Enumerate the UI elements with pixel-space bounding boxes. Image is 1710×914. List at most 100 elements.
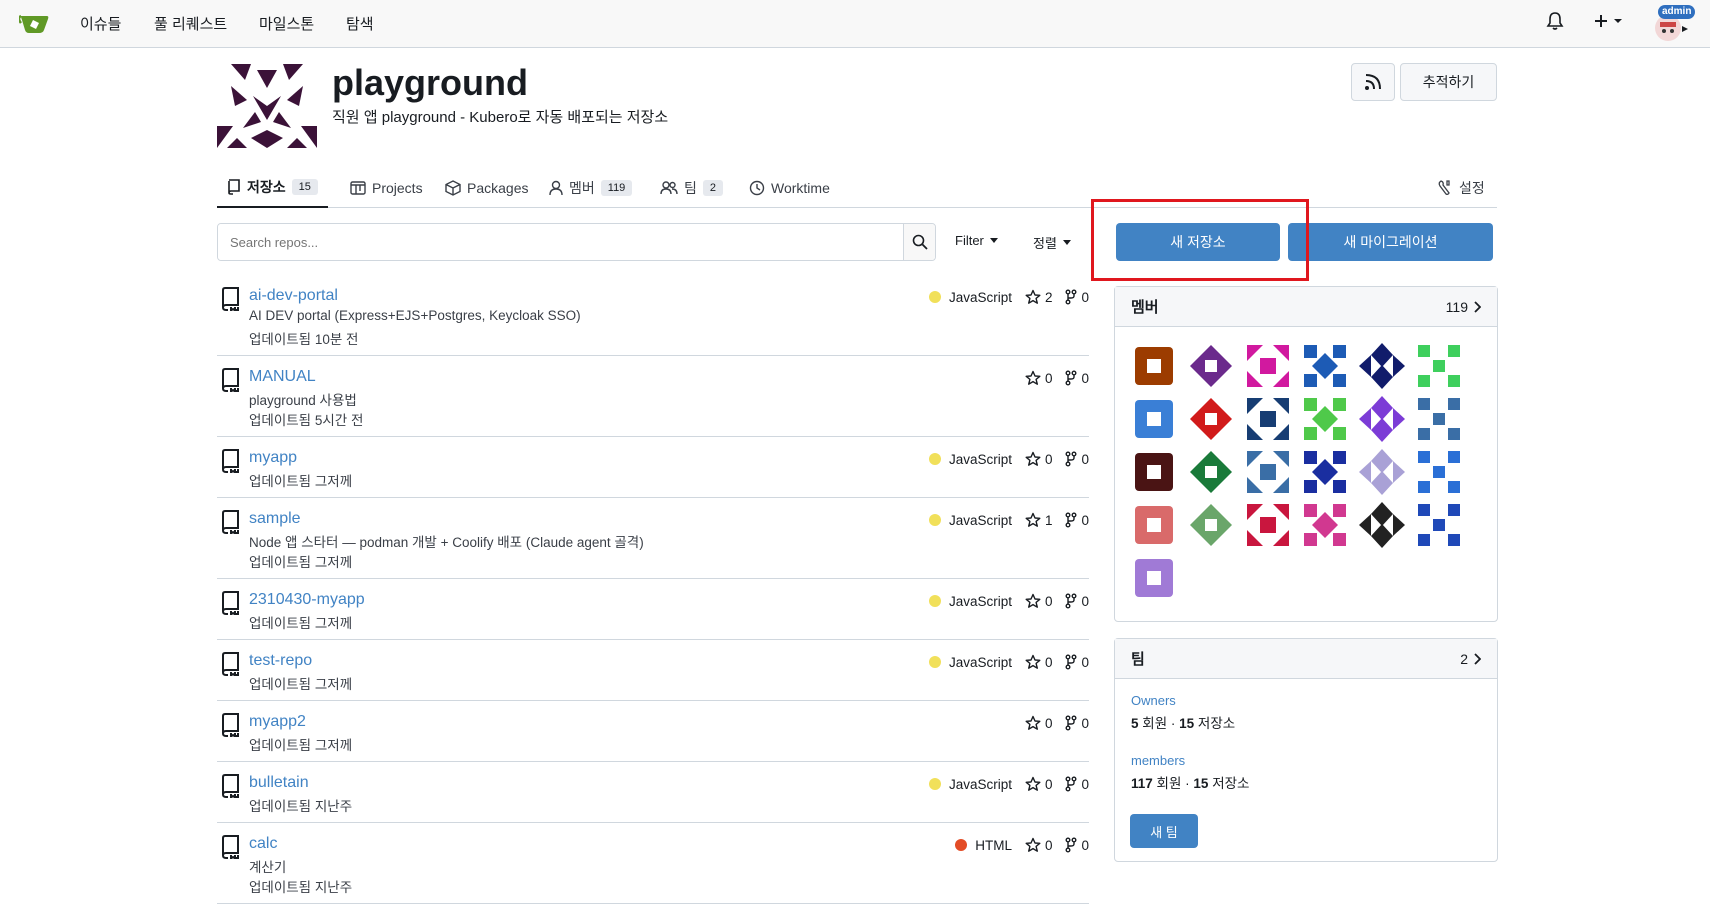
tab-members[interactable]: 멤버 119	[549, 168, 633, 208]
repo-search	[217, 223, 936, 261]
member-avatar[interactable]	[1129, 341, 1179, 391]
member-avatar[interactable]	[1186, 394, 1236, 444]
star-icon	[1025, 289, 1041, 305]
member-avatar[interactable]	[1357, 500, 1407, 550]
repo-language: HTML	[975, 837, 1012, 853]
team-name[interactable]: Owners	[1131, 693, 1235, 708]
new-team-button[interactable]: 새 팀	[1130, 814, 1198, 848]
tab-worktime[interactable]: Worktime	[749, 168, 830, 208]
tab-count: 15	[291, 179, 318, 195]
repo-updated-time: 업데이트됨 지난주	[249, 880, 353, 895]
repo-description: playground 사용법	[249, 393, 357, 408]
repo-meta: HTML 0 0	[955, 837, 1089, 853]
fork-icon	[1065, 289, 1077, 305]
repo-row: calc 계산기업데이트됨 지난주 HTML 0 0	[217, 823, 1089, 904]
fork-icon	[1065, 451, 1077, 467]
gitea-logo-icon[interactable]	[19, 10, 51, 36]
star-icon	[1025, 593, 1041, 609]
follow-button[interactable]: 추적하기	[1400, 63, 1497, 101]
repo-updated-time: 업데이트됨 그저께	[249, 677, 353, 692]
repo-name-link[interactable]: 2310430-myapp	[249, 591, 365, 609]
team-member-label: 회원	[1142, 716, 1168, 731]
star-count: 0	[1044, 654, 1053, 670]
team-name[interactable]: members	[1131, 753, 1249, 768]
teams-panel-header[interactable]: 팀 2	[1115, 639, 1497, 679]
chevron-right-icon	[1474, 652, 1481, 665]
repo-name-link[interactable]: MANUAL	[249, 368, 316, 386]
search-button[interactable]	[903, 224, 935, 260]
repo-updated-time: 업데이트됨 그저께	[249, 555, 353, 570]
tab-repositories[interactable]: 저장소 15	[217, 168, 328, 208]
nav-issues[interactable]: 이슈들	[80, 13, 121, 34]
tab-projects[interactable]: Projects	[350, 168, 423, 208]
tab-teams[interactable]: 팀 2	[660, 168, 724, 208]
member-avatar[interactable]	[1357, 341, 1407, 391]
bell-icon[interactable]	[1546, 11, 1564, 31]
repo-name-link[interactable]: myapp	[249, 449, 297, 467]
member-avatar[interactable]	[1414, 341, 1464, 391]
team-repo-count: 15	[1179, 716, 1195, 731]
member-avatar[interactable]	[1357, 447, 1407, 497]
member-avatar[interactable]	[1186, 447, 1236, 497]
member-avatar[interactable]	[1243, 341, 1293, 391]
members-panel: 멤버 119	[1114, 286, 1498, 622]
tab-settings[interactable]: 설정	[1437, 168, 1485, 208]
repo-name-link[interactable]: myapp2	[249, 713, 306, 731]
repo-name-link[interactable]: test-repo	[249, 652, 312, 670]
highlight-box	[1091, 199, 1309, 281]
sort-dropdown[interactable]: 정렬	[1033, 233, 1071, 252]
repo-updated-time: 업데이트됨 그저께	[249, 738, 353, 753]
search-input[interactable]	[218, 224, 903, 260]
org-avatar	[217, 64, 317, 148]
member-avatar[interactable]	[1243, 500, 1293, 550]
team-repo-label: 저장소	[1197, 716, 1236, 731]
member-avatar[interactable]	[1243, 447, 1293, 497]
member-avatar[interactable]	[1186, 341, 1236, 391]
new-migration-button[interactable]: 새 마이그레이션	[1288, 223, 1493, 261]
rss-button[interactable]	[1351, 63, 1395, 101]
member-avatar[interactable]	[1129, 394, 1179, 444]
repo-name-link[interactable]: ai-dev-portal	[249, 287, 338, 305]
repo-description: Node 앱 스타터 — podman 개발 + Coolify 배포 (Cla…	[249, 535, 644, 550]
tab-label: 저장소	[247, 179, 286, 195]
member-avatar[interactable]	[1300, 447, 1350, 497]
nav-pull-requests[interactable]: 풀 리퀘스트	[154, 13, 227, 34]
repo-icon	[219, 287, 241, 311]
repo-description: AI DEV portal (Express+EJS+Postgres, Key…	[249, 308, 581, 323]
member-avatar[interactable]	[1300, 394, 1350, 444]
member-avatar[interactable]	[1300, 500, 1350, 550]
nav-explore[interactable]: 탐색	[346, 13, 374, 34]
repo-name-link[interactable]: sample	[249, 510, 301, 528]
repo-description: 계산기	[249, 860, 287, 875]
member-avatar[interactable]	[1357, 394, 1407, 444]
members-panel-header[interactable]: 멤버 119	[1115, 287, 1497, 327]
member-avatar[interactable]	[1414, 500, 1464, 550]
tab-packages[interactable]: Packages	[445, 168, 528, 208]
repo-language: JavaScript	[948, 512, 1012, 528]
star-icon	[1025, 715, 1041, 731]
member-avatar[interactable]	[1129, 500, 1179, 550]
member-avatar[interactable]	[1186, 500, 1236, 550]
member-avatar[interactable]	[1414, 394, 1464, 444]
nav-milestones[interactable]: 마일스톤	[259, 13, 314, 34]
member-avatar[interactable]	[1300, 341, 1350, 391]
repo-name-link[interactable]: bulletain	[249, 774, 309, 792]
fork-count: 0	[1081, 593, 1089, 609]
member-avatar[interactable]	[1414, 447, 1464, 497]
language-dot	[928, 656, 941, 668]
repo-icon	[219, 713, 241, 737]
clock-icon	[749, 180, 765, 196]
repo-meta: 00	[1025, 715, 1089, 731]
package-icon	[445, 180, 461, 196]
member-avatar[interactable]	[1129, 447, 1179, 497]
filter-dropdown[interactable]: Filter	[955, 233, 998, 248]
fork-icon	[1065, 512, 1077, 528]
tab-count: 2	[702, 180, 724, 196]
star-count: 0	[1044, 776, 1053, 792]
create-menu-button[interactable]	[1594, 13, 1626, 29]
member-avatar[interactable]	[1129, 553, 1179, 603]
repo-language: JavaScript	[948, 776, 1012, 792]
language-dot	[928, 291, 941, 303]
member-avatar[interactable]	[1243, 394, 1293, 444]
repo-name-link[interactable]: calc	[249, 835, 277, 853]
